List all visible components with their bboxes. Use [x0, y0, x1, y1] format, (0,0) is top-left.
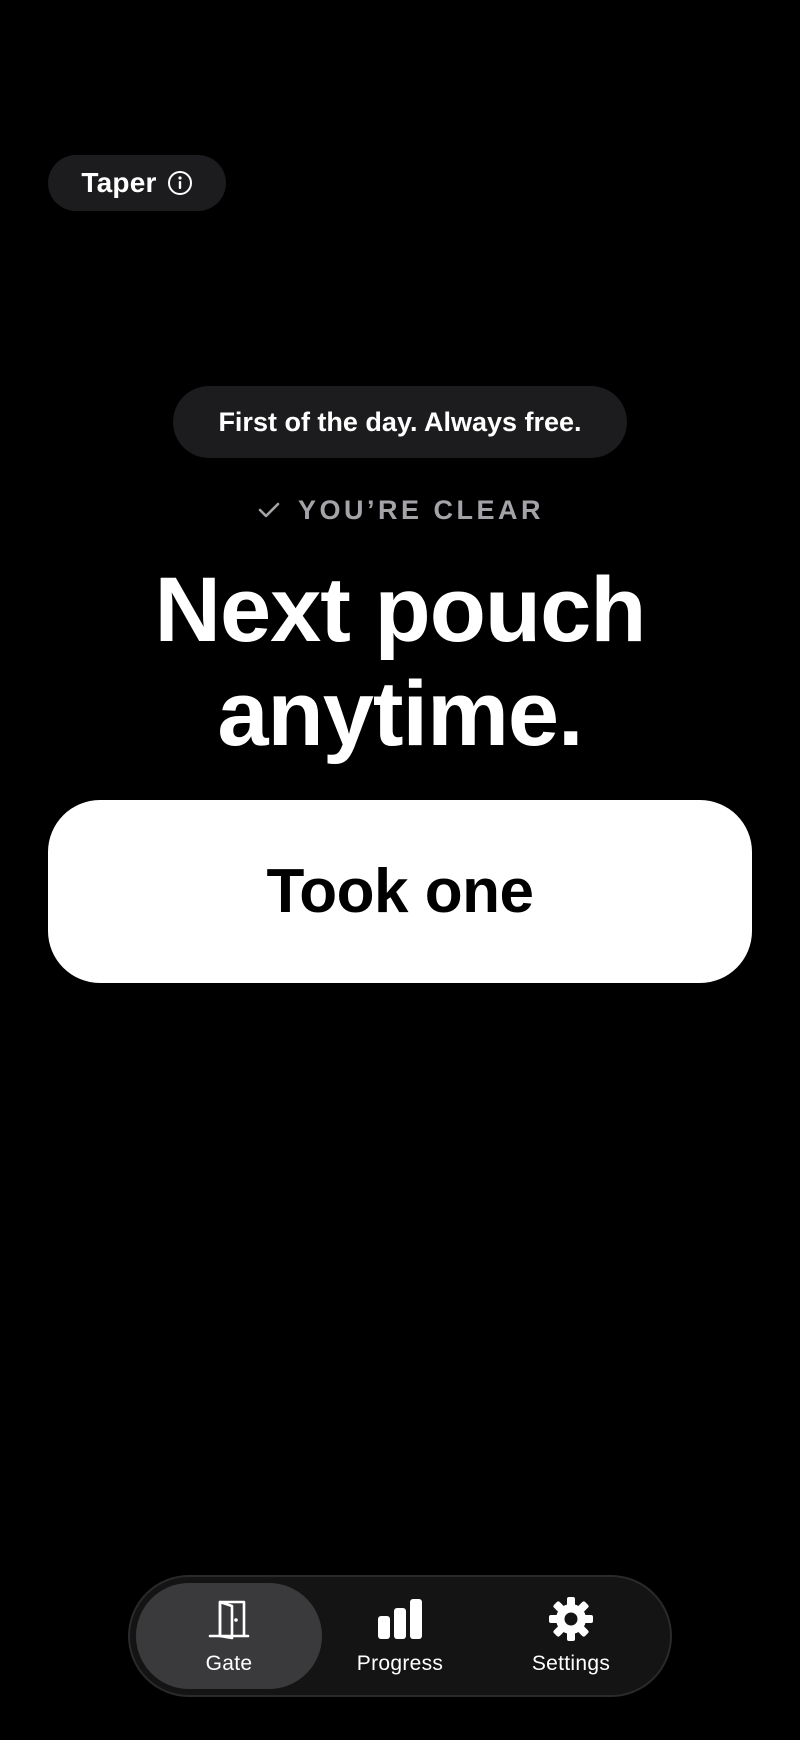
tab-settings[interactable]: Settings	[478, 1583, 664, 1689]
headline-line-1: Next pouch	[154, 559, 647, 661]
app-title: Taper	[81, 167, 157, 198]
door-icon	[206, 1596, 252, 1642]
info-circle-icon[interactable]	[167, 170, 193, 196]
bar-chart-icon	[377, 1596, 423, 1642]
headline-line-2: anytime.	[217, 663, 583, 765]
headline: Next pouch anytime.	[0, 558, 800, 766]
took-one-button[interactable]: Took one	[48, 800, 752, 983]
tab-progress-label: Progress	[356, 1652, 444, 1675]
clear-status: YOU’RE CLEAR	[0, 490, 800, 530]
tab-settings-label: Settings	[531, 1652, 611, 1675]
checkmark-icon	[256, 497, 282, 523]
tab-gate-label: Gate	[205, 1652, 253, 1675]
took-one-label: Took one	[266, 857, 534, 926]
app-title-pill[interactable]: Taper	[48, 155, 226, 211]
tab-gate[interactable]: Gate	[136, 1583, 322, 1689]
status-label: YOU’RE CLEAR	[297, 494, 545, 525]
bottom-tab-bar: Gate Progress Settings	[128, 1575, 672, 1697]
tab-progress[interactable]: Progress	[322, 1583, 478, 1689]
free-notice-text: First of the day. Always free.	[218, 406, 582, 437]
free-notice-badge: First of the day. Always free.	[173, 386, 627, 458]
gear-icon	[548, 1596, 594, 1642]
